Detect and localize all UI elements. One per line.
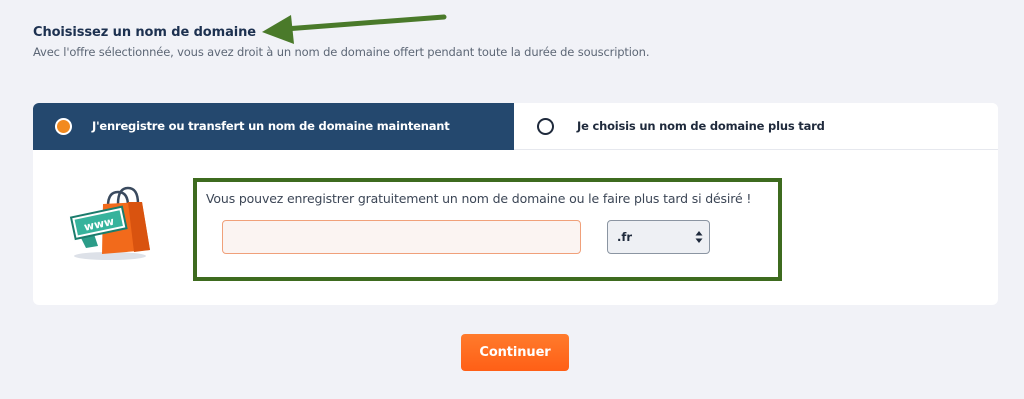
- domain-info-text: Vous pouvez enregistrer gratuitement un …: [206, 191, 752, 206]
- radio-selected-icon[interactable]: [55, 118, 72, 135]
- tab-register-now[interactable]: J'enregistre ou transfert un nom de doma…: [33, 103, 514, 150]
- tab-register-now-label: J'enregistre ou transfert un nom de doma…: [92, 119, 450, 133]
- tab-choose-later[interactable]: Je choisis un nom de domaine plus tard: [514, 103, 998, 150]
- radio-unselected-icon[interactable]: [537, 118, 554, 135]
- domain-name-input[interactable]: [222, 220, 581, 254]
- updown-arrows-icon: [695, 231, 703, 243]
- page-subtitle: Avec l'offre sélectionnée, vous avez dro…: [33, 45, 650, 59]
- tld-select-value: .fr: [617, 230, 633, 244]
- tld-select[interactable]: .fr: [607, 220, 710, 254]
- shopping-bag-www-icon: www: [69, 186, 150, 260]
- continue-button[interactable]: Continuer: [461, 334, 569, 371]
- page-title: Choisissez un nom de domaine: [33, 25, 256, 40]
- tab-choose-later-label: Je choisis un nom de domaine plus tard: [577, 119, 825, 133]
